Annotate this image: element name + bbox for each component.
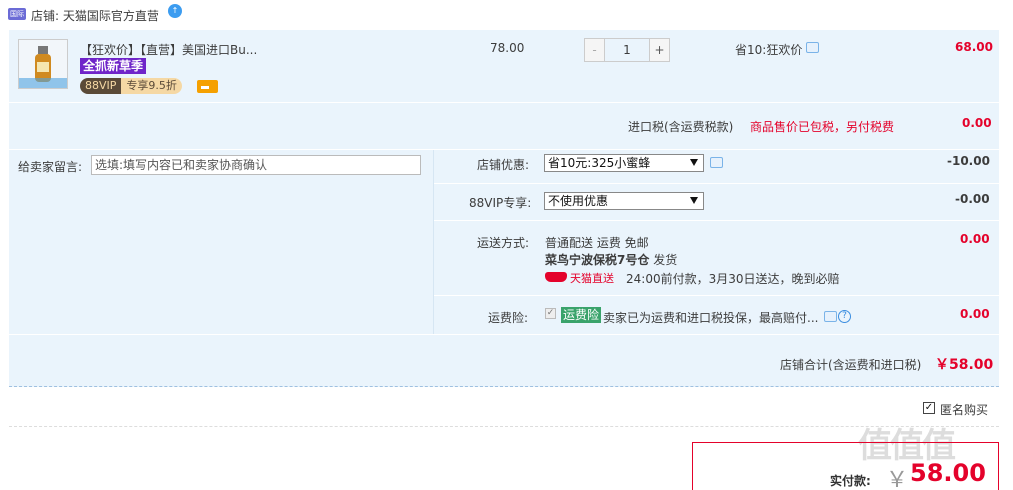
shipping-value: 0.00	[960, 232, 990, 246]
dropdown-arrow-icon	[690, 159, 698, 166]
insurance-checkbox[interactable]: ✓	[545, 308, 556, 319]
subtotal-label: 店铺合计(含运费和进口税)	[780, 358, 922, 372]
shop-discount-label: 店铺优惠:	[477, 158, 530, 172]
shop-discount-select[interactable]: 省10元:325小蜜蜂	[544, 154, 704, 172]
shipping-label: 运送方式:	[477, 236, 530, 250]
quantity-input[interactable]: 1	[605, 39, 649, 61]
shop-discount-selected: 省10元:325小蜜蜂	[548, 156, 651, 170]
tmall-direct-badge: 天猫直送	[545, 270, 615, 285]
chat-icon[interactable]	[824, 311, 837, 322]
product-title-link[interactable]: 【狂欢价】【直营】美国进口Bu...	[80, 41, 257, 58]
shop-discount-value: -10.00	[947, 154, 990, 168]
shipping-method: 普通配送 运费 免邮	[545, 236, 649, 250]
tax-value: 0.00	[962, 116, 992, 130]
divider	[9, 426, 999, 427]
quantity-increase-button[interactable]: +	[649, 39, 669, 61]
shop-logo-icon: 国际	[8, 8, 26, 20]
vip-tag-label: 88VIP	[80, 78, 122, 94]
tmall-icon	[545, 272, 567, 282]
quantity-stepper: - 1 +	[584, 38, 670, 62]
insurance-tag: 运费险	[561, 307, 602, 323]
chat-icon[interactable]	[710, 157, 723, 168]
tax-note: 商品售价已包税，另付税费	[750, 120, 895, 134]
insurance-text: 卖家已为运费和进口税投保，最高赔付...	[603, 311, 819, 325]
insurance-label: 运费险:	[488, 311, 529, 325]
vip-discount-tag: 88VIP 专享9.5折	[80, 78, 182, 94]
seller-message-input[interactable]: 选填:填写内容已和卖家协商确认	[91, 155, 421, 175]
vip-discount-label: 88VIP专享:	[469, 196, 532, 210]
help-icon[interactable]: ?	[838, 310, 851, 323]
item-total: 68.00	[955, 40, 993, 54]
shipping-from: 发货	[653, 253, 678, 267]
divider	[434, 183, 999, 184]
quantity-decrease-button[interactable]: -	[585, 39, 605, 61]
divider	[434, 220, 999, 221]
tmall-direct-label: 天猫直送	[570, 272, 614, 285]
insurance-value: 0.00	[960, 307, 990, 321]
vip-discount-select[interactable]: 不使用优惠	[544, 192, 704, 210]
payment-label: 实付款:	[830, 474, 871, 488]
card-icon	[197, 80, 218, 93]
unit-price: 78.00	[490, 41, 525, 55]
anonymous-label[interactable]: 匿名购买	[940, 401, 988, 418]
shipping-warehouse: 菜鸟宁波保税7号仓	[545, 253, 650, 267]
subtotal-value: ￥58.00	[935, 357, 994, 373]
vip-discount-value: -0.00	[955, 192, 990, 206]
vip-discount-selected: 不使用优惠	[548, 194, 609, 208]
tax-label: 进口税(含运费税款)	[628, 120, 734, 134]
promo-tag: 全抓新草季	[80, 58, 147, 74]
vip-tag-rate: 专享9.5折	[121, 78, 182, 94]
shop-name[interactable]: 店铺: 天猫国际官方直营	[31, 7, 159, 24]
payment-value: 58.00	[910, 459, 986, 487]
divider	[433, 150, 434, 334]
product-thumbnail[interactable]	[18, 39, 68, 89]
seller-message-label: 给卖家留言:	[18, 160, 83, 174]
divider	[434, 295, 999, 296]
chat-icon[interactable]	[806, 42, 819, 53]
anonymous-checkbox[interactable]: ✓	[923, 402, 935, 414]
shop-badge-icon[interactable]: ↑	[168, 4, 182, 18]
payment-currency: ￥	[886, 468, 909, 490]
item-discount-text: 省10:狂欢价	[735, 43, 803, 57]
shipping-warehouse-line: 菜鸟宁波保税7号仓 发货	[545, 251, 677, 268]
dropdown-arrow-icon	[690, 197, 698, 204]
delivery-promise: 24:00前付款，3月30日送达，晚到必赔	[626, 272, 840, 286]
